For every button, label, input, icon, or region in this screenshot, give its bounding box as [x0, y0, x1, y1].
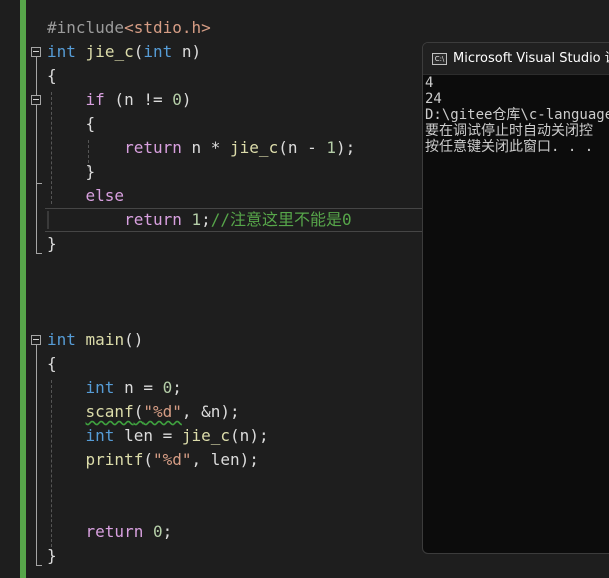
fold-line-main	[36, 345, 37, 565]
code-line-brace[interactable]: }	[47, 544, 57, 568]
return-type: int	[47, 330, 76, 349]
expression: (n);	[230, 426, 269, 445]
string-literal: "%d"	[152, 450, 192, 469]
brace: {	[85, 114, 96, 133]
console-title: Microsoft Visual Studio 调试	[453, 51, 609, 66]
console-output-line: 按任意键关闭此窗口. . .	[425, 139, 594, 155]
return-keyword: return	[85, 522, 144, 541]
code-line-printf[interactable]: printf("%d", len);	[47, 448, 259, 472]
expression: );	[336, 138, 356, 157]
paren: )	[181, 90, 192, 109]
code-line-brace[interactable]: {	[47, 64, 57, 88]
editor-gutter	[0, 0, 20, 578]
if-condition: (n !=	[104, 90, 173, 109]
paren: (	[133, 402, 144, 421]
code-line-func-signature[interactable]: int jie_c(int n)	[47, 40, 201, 64]
code-comment: //注意这里不能是0	[210, 210, 352, 229]
paren: (	[133, 42, 144, 61]
brace: }	[47, 546, 57, 565]
return-type: int	[47, 42, 76, 61]
console-output-line: D:\gitee仓库\c-language	[425, 107, 609, 123]
code-line-if[interactable]: if (n != 0)	[47, 88, 192, 112]
fold-end-if	[36, 183, 42, 184]
console-output-line: 要在调试停止时自动关闭控	[425, 123, 593, 139]
fold-end-main	[36, 565, 42, 566]
brace: }	[85, 162, 96, 181]
function-call-warning[interactable]: scanf	[86, 402, 134, 421]
brace: {	[47, 354, 57, 373]
number-literal: 1	[191, 210, 202, 229]
brace: }	[47, 234, 57, 253]
number-literal: 0	[172, 90, 182, 109]
code-line-decl-len[interactable]: int len = jie_c(n);	[47, 424, 269, 448]
fold-toggle-main[interactable]	[31, 335, 41, 345]
type-keyword: int	[85, 426, 115, 445]
expression: n =	[114, 378, 163, 397]
console-output[interactable]: 4 24 D:\gitee仓库\c-language 要在调试停止时自动关闭控 …	[425, 75, 609, 155]
code-line-brace[interactable]: {	[47, 352, 57, 376]
semicolon: ;	[201, 210, 211, 229]
console-output-line: 4	[425, 75, 434, 91]
code-line-scanf[interactable]: scanf("%d", &n);	[47, 400, 240, 424]
code-line-include[interactable]: #include<stdio.h>	[47, 16, 211, 40]
code-line-brace[interactable]: }	[47, 232, 57, 256]
semicolon: ;	[162, 522, 173, 541]
number-literal: 0	[162, 378, 173, 397]
function-name: main	[85, 330, 125, 349]
code-line-brace[interactable]: }	[47, 160, 96, 184]
code-line-brace[interactable]: {	[47, 112, 96, 136]
preprocessor-directive: #include	[47, 18, 125, 37]
type-keyword: int	[85, 378, 115, 397]
fold-end-jie-c	[36, 253, 42, 254]
console-titlebar[interactable]: C:\ Microsoft Visual Studio 调试	[423, 43, 609, 75]
expression: n *	[181, 138, 231, 157]
function-call: jie_c	[181, 426, 231, 445]
paren: (	[143, 450, 153, 469]
paren: ()	[124, 330, 144, 349]
fold-line-if	[36, 105, 37, 183]
console-app-icon: C:\	[432, 53, 447, 65]
if-keyword: if	[85, 90, 105, 109]
else-keyword: else	[85, 186, 125, 205]
brace: {	[47, 66, 57, 85]
expression: (n -	[278, 138, 327, 157]
return-keyword: return	[124, 138, 182, 157]
code-line-else[interactable]: else	[47, 184, 125, 208]
code-line-main-signature[interactable]: int main()	[47, 328, 143, 352]
param-name: n)	[172, 42, 202, 61]
expression: , len);	[191, 450, 259, 469]
function-name: jie_c	[85, 42, 134, 61]
code-line-return-base[interactable]: return 1;//注意这里不能是0	[47, 208, 352, 232]
expression: len =	[114, 426, 182, 445]
function-call: jie_c	[230, 138, 279, 157]
code-line-decl-n[interactable]: int n = 0;	[47, 376, 182, 400]
debug-console-window[interactable]: C:\ Microsoft Visual Studio 调试 4 24 D:\g…	[422, 42, 609, 554]
string-literal: "%d"	[143, 402, 182, 421]
code-line-return-recursive[interactable]: return n * jie_c(n - 1);	[47, 136, 355, 160]
return-keyword: return	[124, 210, 182, 229]
code-line-return-main[interactable]: return 0;	[47, 520, 173, 544]
change-tracking-bar	[20, 0, 26, 578]
semicolon: ;	[172, 378, 182, 397]
expression: , &n);	[181, 402, 240, 421]
include-header: <stdio.h>	[124, 18, 211, 37]
number-literal: 0	[143, 522, 163, 541]
number-literal: 1	[326, 138, 337, 157]
fold-toggle-if[interactable]	[31, 95, 41, 105]
fold-toggle-jie-c[interactable]	[31, 47, 41, 57]
console-output-line: 24	[425, 91, 442, 107]
param-type: int	[143, 42, 173, 61]
function-call: printf	[85, 450, 144, 469]
